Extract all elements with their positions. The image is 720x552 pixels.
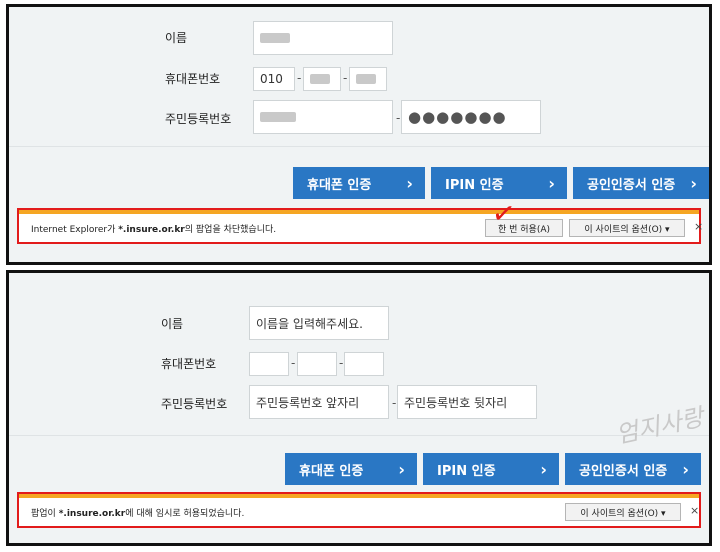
phone-label: 휴대폰번호	[161, 357, 217, 371]
cert-auth-label: 공인인증서 인증	[579, 463, 668, 479]
resident-label: 주민등록번호	[165, 112, 232, 126]
blurred-resident-front	[260, 112, 296, 122]
site-options-button[interactable]: 이 사이트의 옵션(O) ▾	[569, 219, 685, 237]
cert-auth-button[interactable]: 공인인증서 인증 ›	[565, 453, 701, 485]
notification-domain: *.insure.or.kr	[118, 225, 185, 235]
divider	[9, 435, 709, 436]
dash: -	[343, 71, 348, 85]
dash: -	[291, 356, 296, 370]
notification-message: Internet Explorer가 *.insure.or.kr의 팝업을 차…	[31, 225, 277, 235]
popup-allowed-notification: 팝업이 *.insure.or.kr에 대해 임시로 허용되었습니다. 이 사이…	[17, 492, 701, 528]
divider	[9, 146, 709, 147]
resident-back-input[interactable]: 주민등록번호 뒷자리	[397, 385, 537, 419]
site-options-button[interactable]: 이 사이트의 옵션(O) ▾	[565, 503, 681, 521]
cert-auth-button[interactable]: 공인인증서 인증 ›	[573, 167, 709, 199]
resident-front-input[interactable]: 주민등록번호 앞자리	[249, 385, 389, 419]
close-icon[interactable]: ×	[694, 220, 703, 233]
name-placeholder: 이름을 입력해주세요.	[256, 316, 363, 331]
phone-auth-button[interactable]: 휴대폰 인증 ›	[293, 167, 425, 199]
name-input[interactable]: 이름을 입력해주세요.	[249, 306, 389, 340]
phone-prefix-input[interactable]: 010	[253, 67, 295, 91]
phone-label: 휴대폰번호	[165, 72, 221, 86]
dash: -	[396, 111, 401, 125]
chevron-right-icon: ›	[690, 174, 697, 193]
name-input[interactable]	[253, 21, 393, 55]
phone-prefix-value: 010	[260, 72, 283, 86]
phone-auth-label: 휴대폰 인증	[299, 463, 364, 479]
dash: -	[392, 396, 397, 410]
checkmark-icon: ✓	[489, 195, 518, 232]
resident-back-placeholder: 주민등록번호 뒷자리	[404, 395, 508, 410]
resident-back-masked: ●●●●●●●	[408, 108, 507, 126]
popup-blocked-notification: Internet Explorer가 *.insure.or.kr의 팝업을 차…	[17, 208, 703, 244]
cert-auth-label: 공인인증서 인증	[587, 177, 676, 193]
bottom-screenshot-panel: 이름 이름을 입력해주세요. 휴대폰번호 - - 주민등록번호 주민등록번호 앞…	[6, 270, 712, 546]
ipin-auth-label: IPIN 인증	[445, 177, 504, 193]
notification-domain: *.insure.or.kr	[58, 509, 126, 519]
phone-last-input[interactable]	[349, 67, 387, 91]
dash: -	[339, 356, 344, 370]
chevron-right-icon: ›	[406, 174, 413, 193]
close-icon[interactable]: ×	[690, 504, 699, 517]
name-label: 이름	[161, 317, 184, 331]
name-label: 이름	[165, 31, 188, 45]
blurred-phone-last	[356, 74, 376, 84]
notification-accent-bar	[19, 210, 699, 214]
phone-prefix-input[interactable]	[249, 352, 289, 376]
blurred-phone-middle	[310, 74, 330, 84]
dash: -	[297, 71, 302, 85]
chevron-right-icon: ›	[540, 460, 547, 479]
chevron-right-icon: ›	[398, 460, 405, 479]
resident-label: 주민등록번호	[161, 397, 228, 411]
notification-accent-bar	[19, 494, 699, 498]
resident-front-input[interactable]	[253, 100, 393, 134]
chevron-right-icon: ›	[548, 174, 555, 193]
notification-message: 팝업이 *.insure.or.kr에 대해 임시로 허용되었습니다.	[31, 509, 245, 519]
phone-middle-input[interactable]	[303, 67, 341, 91]
watermark: 엄지사랑	[613, 403, 706, 449]
phone-auth-button[interactable]: 휴대폰 인증 ›	[285, 453, 417, 485]
chevron-right-icon: ›	[682, 460, 689, 479]
resident-front-placeholder: 주민등록번호 앞자리	[256, 395, 360, 410]
ipin-auth-button[interactable]: IPIN 인증 ›	[423, 453, 559, 485]
top-screenshot-panel: 이름 휴대폰번호 010 - - 주민등록번호 - ●●●●●●● 휴대폰 인증…	[6, 4, 712, 265]
blurred-name	[260, 33, 290, 43]
phone-middle-input[interactable]	[297, 352, 337, 376]
ipin-auth-button[interactable]: IPIN 인증 ›	[431, 167, 567, 199]
phone-last-input[interactable]	[344, 352, 384, 376]
resident-back-input[interactable]: ●●●●●●●	[401, 100, 541, 134]
phone-auth-label: 휴대폰 인증	[307, 177, 372, 193]
ipin-auth-label: IPIN 인증	[437, 463, 496, 479]
